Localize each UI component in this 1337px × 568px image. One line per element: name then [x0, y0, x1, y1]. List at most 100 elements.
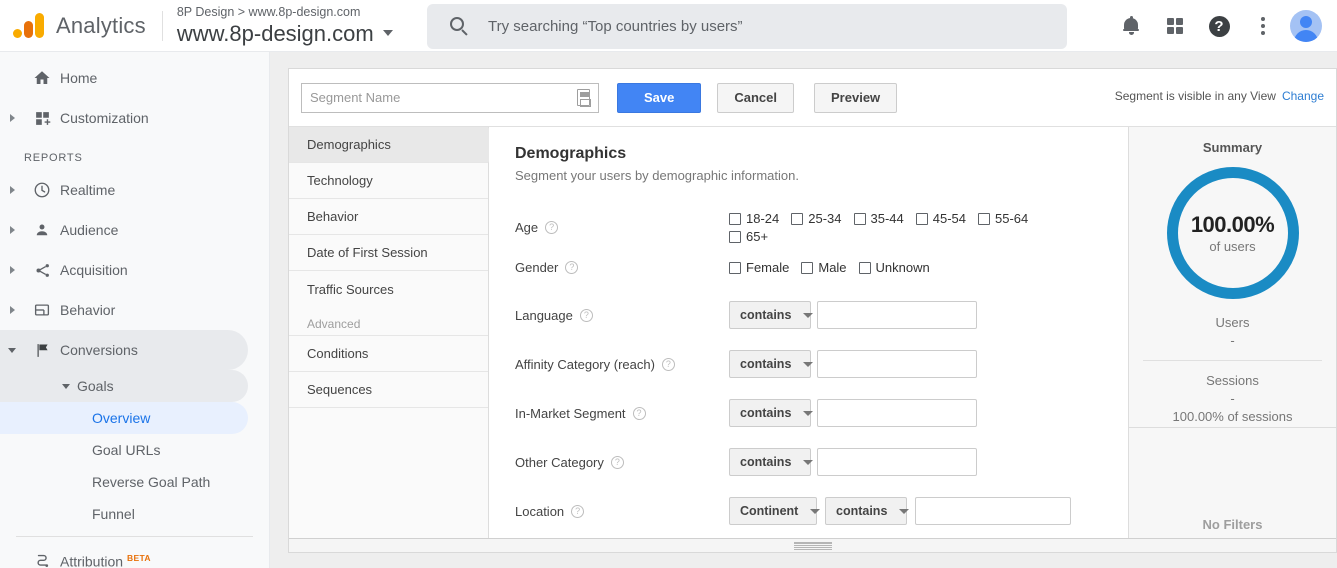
- cancel-button[interactable]: Cancel: [717, 82, 795, 113]
- checkbox-icon[interactable]: [801, 261, 814, 274]
- checkbox-icon[interactable]: [729, 230, 741, 243]
- user-avatar-icon[interactable]: [1285, 4, 1329, 48]
- sidebar-item-behavior[interactable]: Behavior: [0, 290, 269, 330]
- age-checkbox-35-44[interactable]: 35-44: [853, 211, 904, 226]
- tab-date-of-first-session[interactable]: Date of First Session: [289, 235, 488, 271]
- expand-arrow-icon[interactable]: [0, 226, 24, 234]
- chevron-down-icon[interactable]: [382, 30, 393, 36]
- affinity-category-value-input[interactable]: [818, 351, 976, 377]
- checkbox-icon[interactable]: [729, 261, 741, 274]
- location-dimension-select[interactable]: Continent: [729, 497, 821, 525]
- segment-template-icon[interactable]: [577, 89, 591, 107]
- affinity-category-operator-select[interactable]: contains: [729, 350, 814, 378]
- age-checkbox-18-24[interactable]: 18-24: [729, 211, 779, 226]
- segment-builder-header: Save Cancel Preview Segment is visible i…: [289, 69, 1336, 127]
- age-label: Age ?: [515, 220, 729, 235]
- sidebar-item-goals[interactable]: Goals: [0, 370, 248, 402]
- tab-sequences[interactable]: Sequences: [289, 372, 488, 408]
- gender-checkbox-female[interactable]: Female: [729, 260, 789, 275]
- more-options-icon[interactable]: [1241, 4, 1285, 48]
- tab-traffic-sources[interactable]: Traffic Sources: [289, 271, 488, 307]
- tab-demographics[interactable]: Demographics: [289, 127, 500, 163]
- sidebar-item-funnel[interactable]: Funnel: [0, 498, 269, 530]
- gender-row: Gender ? Female Male Unknown: [515, 260, 1059, 275]
- age-row: Age ? 18-24 25-34 35-44 45-54 55-64 65+: [515, 211, 1059, 244]
- language-label: Language ?: [515, 308, 729, 323]
- checkbox-icon[interactable]: [915, 212, 928, 225]
- checkbox-icon[interactable]: [729, 212, 741, 225]
- in-market-segment-value-input[interactable]: [818, 400, 976, 426]
- search-input[interactable]: [486, 17, 1067, 36]
- tab-behavior[interactable]: Behavior: [289, 199, 488, 235]
- resize-handle[interactable]: [289, 538, 1336, 552]
- other-category-operator-select[interactable]: contains: [729, 448, 814, 476]
- expand-arrow-icon[interactable]: [0, 186, 24, 194]
- tab-technology[interactable]: Technology: [289, 163, 488, 199]
- help-icon[interactable]: ?: [1197, 4, 1241, 48]
- save-button[interactable]: Save: [617, 82, 702, 113]
- other-category-help-icon[interactable]: ?: [610, 455, 624, 469]
- account-selector[interactable]: 8P Design > www.8p-design.com www.8p-des…: [177, 5, 393, 47]
- checkbox-icon[interactable]: [858, 261, 871, 274]
- search-bar[interactable]: [427, 4, 1067, 49]
- page-subtitle: Segment your users by demographic inform…: [515, 168, 799, 183]
- gender-label: Gender ?: [515, 260, 729, 275]
- expand-arrow-icon[interactable]: [0, 266, 24, 274]
- age-checkbox-55-64[interactable]: 55-64: [978, 211, 1028, 226]
- other-category-value-input[interactable]: [818, 449, 976, 475]
- sidebar-item-overview[interactable]: Overview: [0, 402, 248, 434]
- location-help-icon[interactable]: ?: [571, 504, 585, 518]
- location-value-field[interactable]: [915, 497, 1071, 525]
- age-checkbox-45-54[interactable]: 45-54: [915, 211, 966, 226]
- checkbox-icon[interactable]: [978, 212, 990, 225]
- location-operator-select[interactable]: contains: [825, 497, 910, 525]
- gender-checkbox-unknown[interactable]: Unknown: [858, 260, 930, 275]
- other-category-value-field[interactable]: [817, 448, 977, 476]
- sidebar-item-customization[interactable]: Customization: [0, 98, 269, 138]
- gender-help-icon[interactable]: ?: [565, 261, 579, 274]
- language-value-field[interactable]: [817, 301, 977, 329]
- apps-grid-icon[interactable]: [1153, 4, 1197, 48]
- sidebar-item-goal-urls[interactable]: Goal URLs: [0, 434, 269, 466]
- in-market-segment-value-field[interactable]: [817, 399, 977, 427]
- language-value-input[interactable]: [818, 302, 976, 328]
- sidebar-item-acquisition[interactable]: Acquisition: [0, 250, 269, 290]
- affinity-category-value-field[interactable]: [817, 350, 977, 378]
- sidebar-item-audience[interactable]: Audience: [0, 210, 269, 250]
- location-value-input[interactable]: [916, 498, 1070, 524]
- age-help-icon[interactable]: ?: [545, 221, 559, 234]
- segment-name-input[interactable]: [302, 83, 577, 112]
- preview-button[interactable]: Preview: [814, 82, 898, 113]
- sessions-percent: 100.00% of sessions: [1172, 409, 1293, 424]
- affinity-category-help-icon[interactable]: ?: [661, 357, 675, 371]
- in-market-segment-operator-select[interactable]: contains: [729, 399, 814, 427]
- expand-arrow-icon[interactable]: [0, 306, 24, 314]
- tab-label: Sequences: [307, 382, 373, 397]
- summary-divider: [1143, 360, 1322, 361]
- checkbox-icon[interactable]: [791, 212, 804, 225]
- age-checkbox-25-34[interactable]: 25-34: [791, 211, 842, 226]
- language-operator-select[interactable]: contains: [729, 301, 814, 329]
- sidebar-item-attribution[interactable]: Attribution BETA: [0, 541, 269, 568]
- tab-conditions[interactable]: Conditions: [289, 336, 488, 372]
- segment-name-field[interactable]: [301, 82, 599, 113]
- sidebar-item-reverse-goal-path[interactable]: Reverse Goal Path: [0, 466, 269, 498]
- property-name: www.8p-design.com: [177, 20, 393, 47]
- change-visibility-link[interactable]: Change: [1282, 89, 1324, 103]
- sidebar-item-home[interactable]: Home: [0, 58, 269, 98]
- gender-checkbox-male[interactable]: Male: [801, 260, 847, 275]
- sidebar-item-realtime[interactable]: Realtime: [0, 170, 269, 210]
- sidebar-item-conversions[interactable]: Conversions: [0, 330, 248, 370]
- expand-arrow-icon[interactable]: [0, 114, 24, 122]
- checkbox-icon[interactable]: [853, 212, 866, 225]
- sidebar-item-label: Goals: [77, 378, 114, 394]
- collapse-arrow-icon[interactable]: [0, 347, 24, 353]
- segment-builder-body: Demographics Technology Behavior Date of…: [289, 127, 1336, 552]
- property-label: www.8p-design.com: [176, 20, 374, 46]
- age-checkbox-65-plus[interactable]: 65+: [729, 229, 768, 244]
- notifications-bell-icon[interactable]: [1109, 4, 1153, 48]
- tab-label: Traffic Sources: [307, 281, 394, 297]
- language-help-icon[interactable]: ?: [579, 308, 593, 322]
- no-filters-label: No Filters: [1202, 517, 1263, 532]
- in-market-segment-help-icon[interactable]: ?: [632, 406, 646, 420]
